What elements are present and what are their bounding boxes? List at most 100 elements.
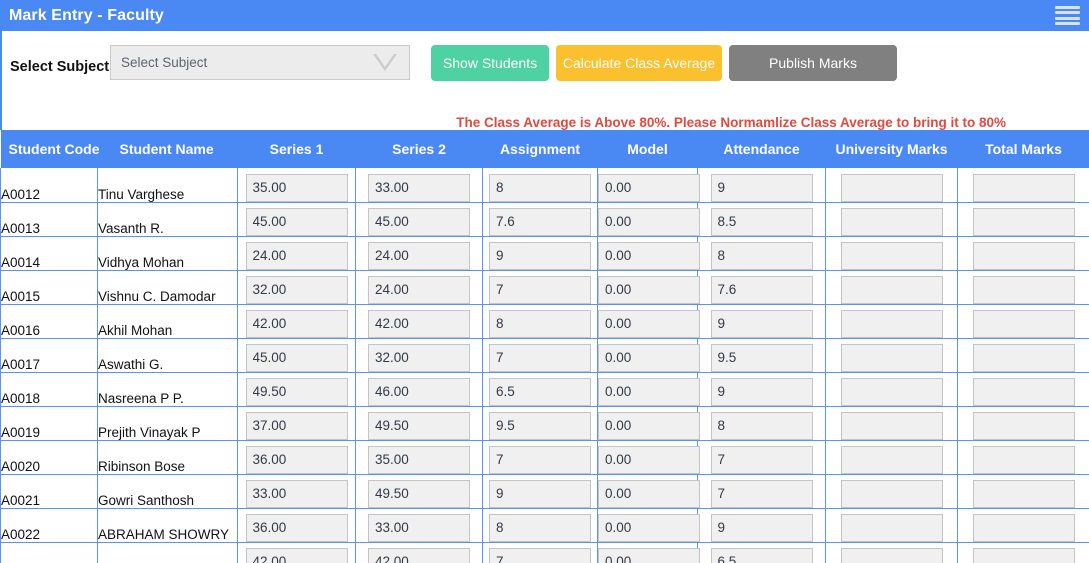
attendance-input[interactable] — [711, 310, 813, 338]
assignment-input-cell — [483, 372, 598, 406]
subject-select-dropdown[interactable]: Select Subject — [110, 45, 410, 80]
total-marks-input[interactable] — [973, 174, 1075, 202]
attendance-input[interactable] — [711, 276, 813, 304]
series-1-input[interactable] — [246, 446, 348, 474]
model-input[interactable] — [598, 174, 700, 202]
attendance-input[interactable] — [711, 242, 813, 270]
model-input[interactable] — [598, 514, 700, 542]
total-marks-input[interactable] — [973, 446, 1075, 474]
model-input[interactable] — [598, 276, 700, 304]
series-1-input[interactable] — [246, 208, 348, 236]
series-2-input[interactable] — [368, 514, 470, 542]
series-1-input[interactable] — [246, 412, 348, 440]
total-marks-input[interactable] — [973, 378, 1075, 406]
assignment-input[interactable] — [489, 310, 591, 338]
total-marks-input-cell — [958, 236, 1089, 270]
university-marks-input[interactable] — [841, 480, 943, 508]
assignment-input[interactable] — [489, 174, 591, 202]
series-2-input[interactable] — [368, 242, 470, 270]
hamburger-menu-icon[interactable] — [1055, 6, 1080, 25]
university-marks-input[interactable] — [841, 174, 943, 202]
model-input[interactable] — [598, 412, 700, 440]
total-marks-input[interactable] — [973, 276, 1075, 304]
show-students-button[interactable]: Show Students — [431, 45, 549, 81]
series-2-input[interactable] — [368, 480, 470, 508]
model-input[interactable] — [598, 344, 700, 372]
model-input[interactable] — [598, 446, 700, 474]
university-marks-input[interactable] — [841, 378, 943, 406]
series-2-input[interactable] — [368, 446, 470, 474]
total-marks-input[interactable] — [973, 242, 1075, 270]
series-2-input[interactable] — [368, 208, 470, 236]
total-marks-input[interactable] — [973, 548, 1075, 563]
series-2-input[interactable] — [368, 276, 470, 304]
series-2-input[interactable] — [368, 344, 470, 372]
series-1-input[interactable] — [246, 480, 348, 508]
model-input[interactable] — [598, 378, 700, 406]
attendance-input[interactable] — [711, 514, 813, 542]
attendance-input[interactable] — [711, 480, 813, 508]
series-1-input[interactable] — [246, 310, 348, 338]
total-marks-input[interactable] — [973, 514, 1075, 542]
university-marks-input[interactable] — [841, 344, 943, 372]
assignment-input[interactable] — [489, 412, 591, 440]
assignment-input[interactable] — [489, 276, 591, 304]
attendance-input-cell — [698, 508, 826, 542]
total-marks-input-cell — [958, 304, 1089, 338]
assignment-input[interactable] — [489, 378, 591, 406]
series-1-input[interactable] — [246, 378, 348, 406]
assignment-input[interactable] — [489, 344, 591, 372]
calculate-class-average-button[interactable]: Calculate Class Average — [556, 45, 722, 81]
series-2-input[interactable] — [368, 310, 470, 338]
publish-marks-button[interactable]: Publish Marks — [729, 45, 897, 81]
model-input[interactable] — [598, 548, 700, 563]
series-1-input[interactable] — [246, 174, 348, 202]
assignment-input[interactable] — [489, 514, 591, 542]
assignment-input[interactable] — [489, 480, 591, 508]
attendance-input-cell — [698, 440, 826, 474]
series-2-input[interactable] — [368, 174, 470, 202]
model-input[interactable] — [598, 310, 700, 338]
series-1-input[interactable] — [246, 514, 348, 542]
hamburger-line — [1055, 22, 1080, 25]
assignment-input[interactable] — [489, 242, 591, 270]
assignment-input[interactable] — [489, 446, 591, 474]
attendance-input[interactable] — [711, 208, 813, 236]
university-marks-input[interactable] — [841, 276, 943, 304]
total-marks-input[interactable] — [973, 480, 1075, 508]
total-marks-input[interactable] — [973, 208, 1075, 236]
series-2-input[interactable] — [368, 412, 470, 440]
total-marks-input[interactable] — [973, 310, 1075, 338]
model-input[interactable] — [598, 480, 700, 508]
total-marks-input[interactable] — [973, 412, 1075, 440]
model-input-cell — [598, 440, 698, 474]
series-1-input[interactable] — [246, 344, 348, 372]
university-marks-input[interactable] — [841, 514, 943, 542]
toolbar-row: Select Subject Select Subject Show Stude… — [2, 39, 1089, 87]
series-1-input[interactable] — [246, 242, 348, 270]
model-input[interactable] — [598, 208, 700, 236]
university-marks-input-cell — [826, 202, 958, 236]
attendance-input[interactable] — [711, 378, 813, 406]
series-2-input[interactable] — [368, 548, 470, 563]
university-marks-input[interactable] — [841, 446, 943, 474]
column-header-assignment: Assignment — [483, 130, 598, 168]
model-input[interactable] — [598, 242, 700, 270]
assignment-input-cell — [483, 168, 598, 202]
university-marks-input[interactable] — [841, 412, 943, 440]
attendance-input[interactable] — [711, 344, 813, 372]
total-marks-input[interactable] — [973, 344, 1075, 372]
assignment-input[interactable] — [489, 548, 591, 563]
university-marks-input[interactable] — [841, 310, 943, 338]
series-1-input[interactable] — [246, 276, 348, 304]
university-marks-input[interactable] — [841, 208, 943, 236]
series-2-input[interactable] — [368, 378, 470, 406]
assignment-input[interactable] — [489, 208, 591, 236]
attendance-input[interactable] — [711, 174, 813, 202]
attendance-input[interactable] — [711, 446, 813, 474]
university-marks-input[interactable] — [841, 242, 943, 270]
attendance-input[interactable] — [711, 548, 813, 563]
university-marks-input[interactable] — [841, 548, 943, 563]
series-1-input[interactable] — [246, 548, 348, 563]
attendance-input[interactable] — [711, 412, 813, 440]
